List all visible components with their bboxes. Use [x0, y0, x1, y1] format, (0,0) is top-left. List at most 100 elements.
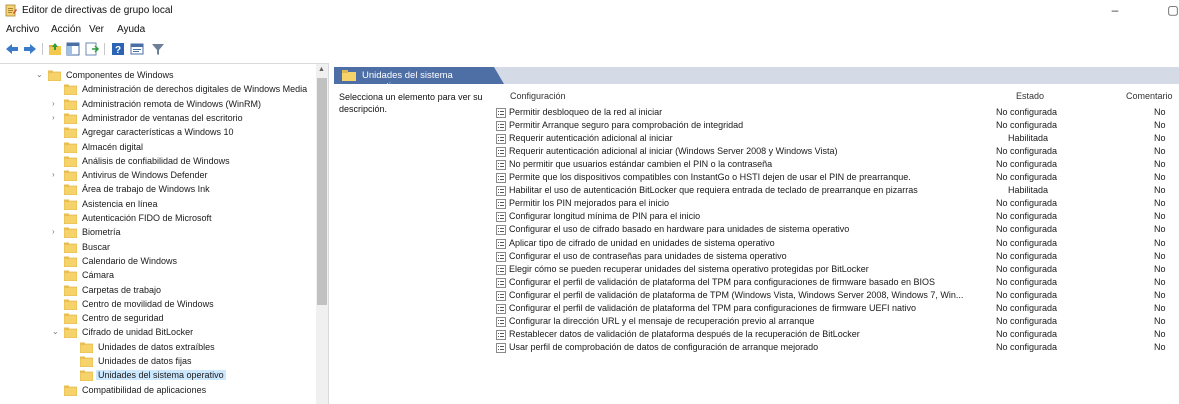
- folder-icon: [64, 299, 77, 310]
- table-row[interactable]: Permitir Arranque seguro para comprobaci…: [496, 120, 1179, 133]
- folder-icon: [64, 199, 77, 210]
- column-header-comment[interactable]: Comentario: [1126, 91, 1173, 101]
- table-row[interactable]: Requerir autenticación adicional al inic…: [496, 146, 1179, 159]
- column-header-state[interactable]: Estado: [1016, 91, 1044, 101]
- tree-scrollbar-thumb[interactable]: [317, 78, 327, 305]
- tree-item-label: Área de trabajo de Windows Ink: [82, 184, 210, 195]
- setting-name: Aplicar tipo de cifrado de unidad en uni…: [509, 237, 775, 248]
- table-row[interactable]: Permite que los dispositivos compatibles…: [496, 172, 1179, 185]
- folder-icon: [64, 170, 77, 182]
- tree-item-label: Administración de derechos digitales de …: [82, 84, 308, 95]
- setting-state: No configurada: [996, 146, 1058, 157]
- setting-comment: No: [1154, 315, 1166, 326]
- setting-comment: No: [1154, 159, 1166, 170]
- setting-name: Elegir cómo se pueden recuperar unidades…: [509, 263, 869, 274]
- table-row[interactable]: Permitir los PIN mejorados para el inici…: [496, 198, 1179, 211]
- table-row[interactable]: Configurar la dirección URL y el mensaje…: [496, 316, 1179, 329]
- table-row[interactable]: Aplicar tipo de cifrado de unidad en uni…: [496, 238, 1179, 251]
- expand-arrow-icon[interactable]: ⌄: [36, 70, 46, 79]
- table-row[interactable]: Habilitar el uso de autenticación BitLoc…: [496, 185, 1179, 198]
- policy-setting-icon: [496, 225, 506, 236]
- policy-setting-icon: [496, 316, 506, 327]
- setting-name: Requerir autenticación adicional al inic…: [509, 146, 838, 157]
- table-row[interactable]: Configurar el perfil de validación de pl…: [496, 277, 1179, 290]
- collapse-arrow-icon[interactable]: ›: [52, 99, 62, 108]
- folder-icon: [64, 285, 77, 296]
- setting-state: No configurada: [996, 341, 1058, 352]
- toolbar: ?: [0, 40, 1179, 59]
- tree-item-label: Calendario de Windows: [82, 255, 178, 266]
- up-folder-icon[interactable]: [47, 41, 63, 57]
- tree-item-label: Autenticación FIDO de Microsoft: [82, 213, 212, 223]
- policy-setting-icon: [496, 212, 506, 223]
- folder-icon: [64, 113, 77, 124]
- properties-icon[interactable]: [129, 41, 145, 57]
- tree-item-label: Unidades de datos extraíbles: [98, 341, 215, 352]
- menu-ayuda[interactable]: Ayuda: [117, 24, 145, 35]
- policy-setting-icon: [496, 251, 506, 262]
- table-row[interactable]: Configurar el perfil de validación de pl…: [496, 290, 1179, 303]
- policy-setting-icon: [496, 121, 506, 132]
- folder-icon: [64, 313, 77, 325]
- group-policy-editor-icon: [5, 4, 17, 17]
- expand-arrow-icon[interactable]: ⌄: [52, 327, 62, 336]
- help-icon[interactable]: ?: [110, 41, 126, 57]
- menu-archivo[interactable]: Archivo: [6, 24, 39, 35]
- setting-name: Permitir desbloqueo de la red al iniciar: [509, 107, 663, 117]
- table-row[interactable]: Configurar longitud mínima de PIN para e…: [496, 211, 1179, 224]
- tree-item-label: Almacén digital: [82, 141, 144, 152]
- table-row[interactable]: Configurar el uso de cifrado basado en h…: [496, 224, 1179, 237]
- policy-setting-icon: [496, 329, 506, 340]
- setting-name: Habilitar el uso de autenticación BitLoc…: [509, 185, 918, 196]
- setting-name: Configurar el uso de contraseñas para un…: [509, 250, 787, 261]
- table-row[interactable]: Usar perfil de comprobación de datos de …: [496, 342, 1179, 355]
- setting-comment: No: [1154, 120, 1166, 131]
- menu-ver[interactable]: Ver: [89, 24, 104, 35]
- setting-state: No configurada: [996, 107, 1058, 117]
- minimize-button[interactable]: –: [1107, 3, 1123, 17]
- export-icon[interactable]: [84, 41, 100, 57]
- setting-state: No configurada: [996, 237, 1058, 248]
- setting-state: No configurada: [996, 250, 1058, 261]
- back-icon[interactable]: [4, 41, 20, 57]
- show-tree-icon[interactable]: [65, 41, 81, 57]
- tree-item-label: Buscar: [82, 241, 111, 252]
- table-row[interactable]: Configurar el perfil de validación de pl…: [496, 303, 1179, 316]
- table-row[interactable]: Permitir desbloqueo de la red al iniciar…: [496, 107, 1179, 120]
- tree-item-label: Administrador de ventanas del escritorio: [82, 112, 243, 123]
- folder-icon: [64, 270, 77, 282]
- folder-icon: [64, 84, 77, 96]
- folder-icon: [64, 327, 77, 339]
- policy-setting-icon: [496, 147, 506, 158]
- table-row[interactable]: Requerir autenticación adicional al inic…: [496, 133, 1179, 146]
- setting-state: No configurada: [996, 159, 1058, 170]
- setting-comment: No: [1154, 328, 1166, 339]
- menu-accion[interactable]: Acción: [51, 24, 81, 35]
- maximize-button[interactable]: ▢: [1165, 3, 1179, 17]
- setting-name: Configurar el uso de cifrado basado en h…: [509, 224, 850, 235]
- folder-icon: [64, 242, 77, 253]
- folder-icon: [64, 256, 77, 267]
- scroll-up-arrow-icon[interactable]: ▲: [318, 66, 325, 73]
- collapse-arrow-icon[interactable]: ›: [52, 170, 62, 179]
- tree-scrollbar[interactable]: ▲: [316, 64, 328, 404]
- setting-state: No configurada: [996, 263, 1058, 274]
- setting-comment: No: [1154, 263, 1166, 274]
- setting-comment: No: [1154, 172, 1166, 183]
- setting-comment: No: [1154, 146, 1166, 157]
- setting-state: No configurada: [996, 315, 1058, 326]
- column-header-setting[interactable]: Configuración: [510, 91, 566, 101]
- table-row[interactable]: No permitir que usuarios estándar cambie…: [496, 159, 1179, 172]
- policy-setting-icon: [496, 134, 506, 145]
- folder-icon: [80, 356, 93, 367]
- setting-state: No configurada: [996, 224, 1058, 235]
- table-row[interactable]: Restablecer datos de validación de plata…: [496, 329, 1179, 342]
- filter-icon[interactable]: [150, 41, 166, 57]
- folder-icon: [342, 70, 356, 83]
- collapse-arrow-icon[interactable]: ›: [52, 113, 62, 122]
- table-row[interactable]: Elegir cómo se pueden recuperar unidades…: [496, 264, 1179, 277]
- tree-item-label: Asistencia en línea: [82, 198, 158, 209]
- forward-icon[interactable]: [22, 41, 38, 57]
- table-row[interactable]: Configurar el uso de contraseñas para un…: [496, 251, 1179, 264]
- collapse-arrow-icon[interactable]: ›: [52, 227, 62, 236]
